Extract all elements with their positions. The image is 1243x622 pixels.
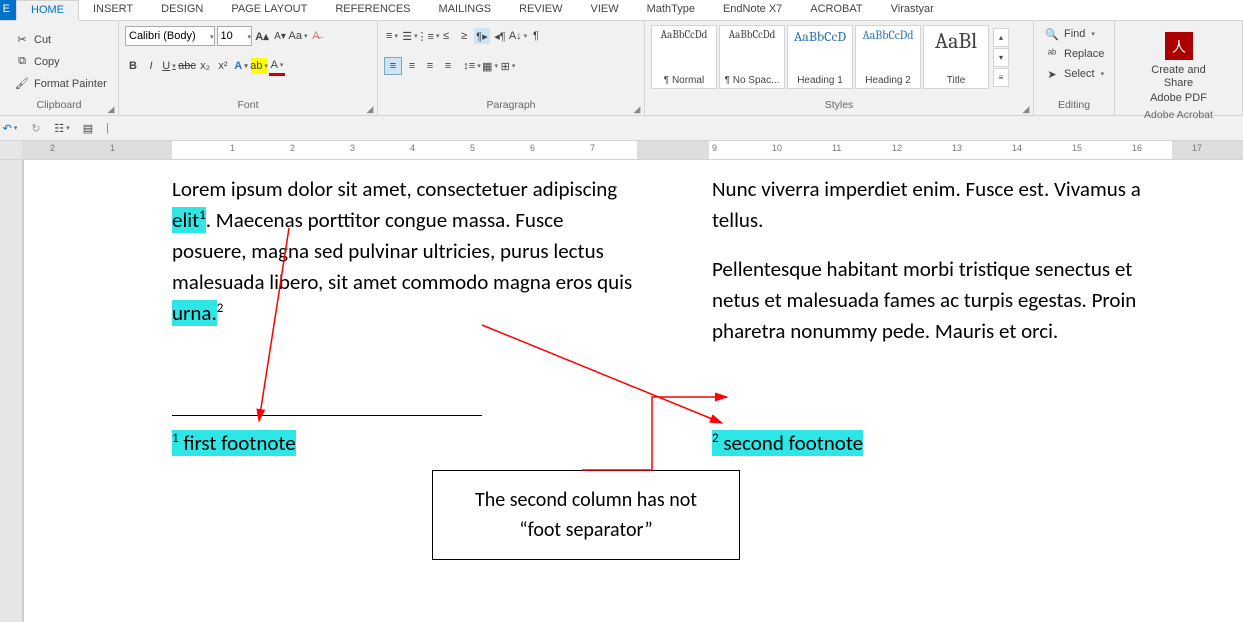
styles-gallery[interactable]: AaBbCcDd¶ Normal AaBbCcDd¶ No Spac... Aa… (651, 24, 1009, 90)
tab-design[interactable]: DESIGN (147, 0, 217, 20)
create-pdf-label1: Create and Share (1136, 64, 1222, 90)
cut-button[interactable]: ✂ Cut (10, 30, 111, 50)
ribbon-tabs: E HOME INSERT DESIGN PAGE LAYOUT REFEREN… (0, 0, 1243, 21)
tab-virastyar[interactable]: Virastyar (877, 0, 948, 20)
create-pdf-button[interactable]: 人 Create and Share Adobe PDF (1136, 24, 1222, 109)
style-heading2[interactable]: AaBbCcDdHeading 2 (855, 25, 921, 89)
increase-indent-icon[interactable]: ≥ (456, 28, 472, 44)
ruler[interactable]: 2 1 1 2 3 4 5 6 7 9 10 11 12 13 14 15 16… (0, 141, 1243, 160)
pdf-icon: 人 (1163, 30, 1195, 62)
copy-label: Copy (34, 56, 60, 68)
find-label: Find (1064, 28, 1085, 40)
tab-references[interactable]: REFERENCES (321, 0, 424, 20)
superscript-icon[interactable]: x² (215, 58, 231, 74)
redo-icon[interactable]: ↻ (28, 120, 44, 136)
decrease-indent-icon[interactable]: ≤ (438, 28, 454, 44)
tab-page-layout[interactable]: PAGE LAYOUT (217, 0, 321, 20)
text-effects-icon[interactable]: A (233, 58, 249, 74)
qat-icon2[interactable]: ▤ (80, 120, 96, 136)
scissors-icon: ✂ (14, 32, 30, 48)
paragraph-launcher[interactable]: ◢ (632, 104, 642, 114)
tab-review[interactable]: REVIEW (505, 0, 576, 20)
show-marks-icon[interactable]: ¶ (528, 28, 544, 44)
editing-group-label: Editing (1058, 99, 1090, 111)
tab-home[interactable]: HOME (16, 0, 79, 21)
rtl-icon[interactable]: ◂¶ (492, 28, 508, 44)
borders-icon[interactable]: ⊞ (500, 58, 516, 74)
select-button[interactable]: ➤ Select (1040, 64, 1108, 84)
justify-icon[interactable]: ≡ (440, 58, 456, 74)
annotation-arrows (22, 160, 1222, 622)
tab-insert[interactable]: INSERT (79, 0, 147, 20)
bold-icon[interactable]: B (125, 58, 141, 74)
page[interactable]: Lorem ipsum dolor sit amet, consectetuer… (22, 160, 1243, 622)
tab-acrobat[interactable]: ACROBAT (796, 0, 876, 20)
clipboard-launcher[interactable]: ◢ (106, 104, 116, 114)
sort-icon[interactable]: A↓ (510, 28, 526, 44)
tab-mathtype[interactable]: MathType (633, 0, 709, 20)
cut-label: Cut (34, 34, 51, 46)
qat-icon1[interactable]: ☷ (54, 120, 70, 136)
styles-down-icon[interactable]: ▾ (993, 48, 1009, 67)
quick-access-toolbar: ↶ ↻ ☷ ▤ | (0, 116, 1243, 141)
format-painter-button[interactable]: 🖌 Format Painter (10, 74, 111, 94)
styles-group-label: Styles (825, 99, 854, 111)
copy-icon: ⧉ (14, 54, 30, 70)
find-button[interactable]: 🔍 Find (1040, 24, 1108, 44)
font-group-label: Font (237, 99, 258, 111)
bullets-icon[interactable]: ≡ (384, 28, 400, 44)
create-pdf-label2: Adobe PDF (1150, 92, 1207, 105)
copy-button[interactable]: ⧉ Copy (10, 52, 111, 72)
clear-formatting-icon[interactable]: A̶ (308, 28, 324, 44)
font-name-combo[interactable] (125, 26, 215, 46)
tab-endnote[interactable]: EndNote X7 (709, 0, 796, 20)
styles-launcher[interactable]: ◢ (1021, 104, 1031, 114)
change-case-icon[interactable]: Aa (290, 28, 306, 44)
font-name-input[interactable] (126, 28, 208, 44)
line-spacing-icon[interactable]: ↕≡ (464, 58, 480, 74)
grow-font-icon[interactable]: A▴ (254, 28, 270, 44)
replace-button[interactable]: ᵃᵇ Replace (1040, 44, 1108, 64)
align-left-icon[interactable]: ≡ (384, 57, 402, 75)
style-normal[interactable]: AaBbCcDd¶ Normal (651, 25, 717, 89)
style-title[interactable]: AaBlTitle (923, 25, 989, 89)
select-label: Select (1064, 68, 1095, 80)
paragraph-group-label: Paragraph (486, 99, 535, 111)
svg-text:人: 人 (1172, 39, 1186, 55)
ribbon: ✂Cut ⧉Copy 🖌Format Painter Clipboard◢ A▴… (0, 21, 1243, 116)
tab-view[interactable]: VIEW (577, 0, 633, 20)
replace-icon: ᵃᵇ (1044, 46, 1060, 62)
italic-icon[interactable]: I (143, 58, 159, 74)
select-icon: ➤ (1044, 66, 1060, 82)
tab-mailings[interactable]: MAILINGS (425, 0, 506, 20)
document-area: Lorem ipsum dolor sit amet, consectetuer… (0, 160, 1243, 622)
highlight-icon[interactable]: ab (251, 58, 267, 74)
ltr-icon[interactable]: ¶▸ (474, 28, 490, 44)
multilevel-icon[interactable]: ⋮≡ (420, 28, 436, 44)
align-right-icon[interactable]: ≡ (422, 58, 438, 74)
undo-icon[interactable]: ↶ (2, 120, 18, 136)
shading-icon[interactable]: ▦ (482, 58, 498, 74)
subscript-icon[interactable]: x₂ (197, 58, 213, 74)
styles-up-icon[interactable]: ▴ (993, 28, 1009, 47)
clipboard-group-label: Clipboard (37, 99, 82, 111)
paintbrush-icon: 🖌 (14, 76, 30, 92)
tab-file[interactable]: E (0, 0, 16, 20)
font-size-input[interactable] (218, 28, 246, 44)
find-icon: 🔍 (1044, 26, 1060, 42)
replace-label: Replace (1064, 48, 1104, 60)
style-nospacing[interactable]: AaBbCcDd¶ No Spac... (719, 25, 785, 89)
font-launcher[interactable]: ◢ (365, 104, 375, 114)
font-color-icon[interactable]: A (269, 57, 285, 76)
format-painter-label: Format Painter (34, 78, 107, 90)
acrobat-group-label: Adobe Acrobat (1144, 109, 1213, 121)
underline-icon[interactable]: U (161, 58, 177, 74)
shrink-font-icon[interactable]: A▾ (272, 28, 288, 44)
strikethrough-icon[interactable]: abc (179, 58, 195, 74)
style-heading1[interactable]: AaBbCcDHeading 1 (787, 25, 853, 89)
align-center-icon[interactable]: ≡ (404, 58, 420, 74)
styles-more-icon[interactable]: ≡ (993, 68, 1009, 87)
font-size-combo[interactable] (217, 26, 253, 46)
